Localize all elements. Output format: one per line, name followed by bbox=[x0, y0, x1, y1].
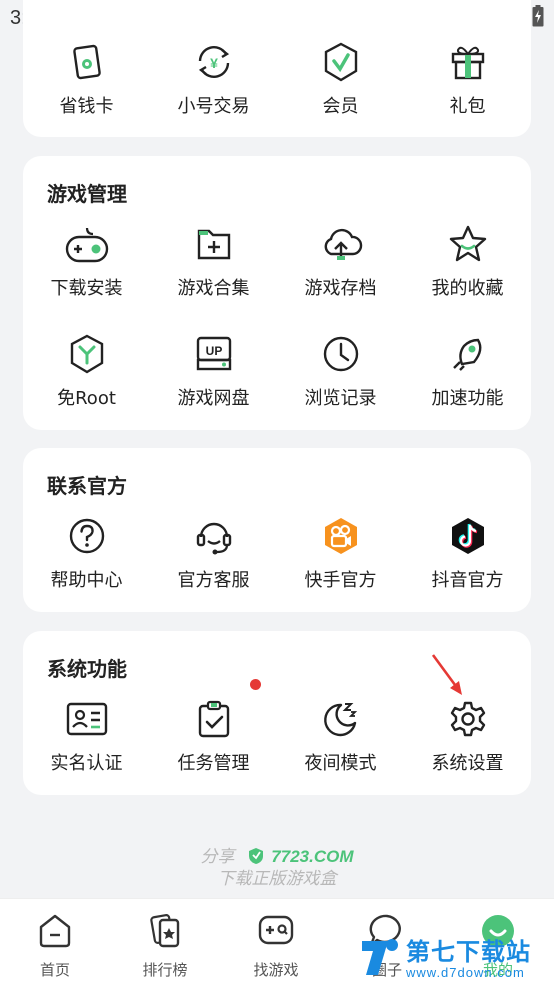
cloud-upload-icon bbox=[319, 222, 363, 266]
section-title: 联系官方 bbox=[47, 474, 127, 498]
item-label: 夜间模式 bbox=[304, 753, 377, 774]
ranking-icon bbox=[146, 913, 184, 953]
item-download-install[interactable]: 下载安装 bbox=[23, 222, 150, 300]
item-game-collection[interactable]: 游戏合集 bbox=[150, 222, 277, 300]
item-accelerate[interactable]: 加速功能 bbox=[404, 332, 531, 410]
item-label: 游戏存档 bbox=[304, 278, 377, 299]
item-task-manage[interactable]: 任务管理 bbox=[150, 697, 277, 775]
savings-card-icon bbox=[65, 40, 109, 84]
section-title: 系统功能 bbox=[47, 657, 127, 681]
annotation-arrow-icon bbox=[431, 654, 462, 695]
kuaishou-icon bbox=[319, 514, 363, 558]
tab-label: 排行榜 bbox=[142, 961, 188, 979]
item-label: 我的收藏 bbox=[431, 278, 504, 299]
watermark-title: 第七下载站 bbox=[406, 937, 531, 966]
item-label: 免Root bbox=[57, 388, 116, 409]
item-my-favorites[interactable]: 我的收藏 bbox=[404, 222, 531, 300]
item-label: 抖音官方 bbox=[431, 570, 504, 591]
item-help-center[interactable]: 帮助中心 bbox=[23, 514, 150, 592]
item-label: 官方客服 bbox=[177, 570, 250, 591]
item-gift[interactable]: 礼包 bbox=[404, 40, 531, 118]
notification-dot bbox=[250, 679, 261, 690]
slogan: 下载正版游戏盒 bbox=[217, 869, 337, 889]
yen-exchange-icon: ¥ bbox=[192, 40, 236, 84]
gamepad-icon bbox=[65, 222, 109, 266]
battery-icon bbox=[532, 4, 544, 32]
star-icon bbox=[446, 222, 490, 266]
item-label: 浏览记录 bbox=[304, 388, 377, 409]
item-kuaishou[interactable]: 快手官方 bbox=[277, 514, 404, 592]
find-game-icon bbox=[256, 913, 296, 953]
item-label: 下载安装 bbox=[50, 278, 123, 299]
item-label: 快手官方 bbox=[304, 570, 377, 591]
tab-label: 首页 bbox=[39, 961, 70, 979]
item-label: 加速功能 bbox=[431, 388, 504, 409]
item-savings-card[interactable]: 省钱卡 bbox=[23, 40, 150, 118]
item-game-save[interactable]: 游戏存档 bbox=[277, 222, 404, 300]
item-customer-service[interactable]: 官方客服 bbox=[150, 514, 277, 592]
item-no-root[interactable]: 免Root bbox=[23, 332, 150, 410]
item-label: 会员 bbox=[322, 96, 359, 117]
item-label: 系统设置 bbox=[431, 753, 504, 774]
vip-shield-icon bbox=[319, 40, 363, 84]
gear-icon bbox=[446, 697, 490, 741]
item-label: 省钱卡 bbox=[59, 96, 114, 117]
home-icon bbox=[36, 913, 74, 953]
item-douyin[interactable]: 抖音官方 bbox=[404, 514, 531, 592]
moon-icon bbox=[319, 697, 363, 741]
tab-find-game[interactable]: 找游戏 bbox=[221, 913, 331, 980]
item-label: 小号交易 bbox=[177, 96, 250, 117]
item-real-name-auth[interactable]: 实名认证 bbox=[23, 697, 150, 775]
gift-icon bbox=[446, 40, 490, 84]
rocket-icon bbox=[446, 332, 490, 376]
watermark-url: www.d7down.com bbox=[406, 964, 525, 980]
item-game-drive[interactable]: UP 游戏网盘 bbox=[150, 332, 277, 410]
item-label: 实名认证 bbox=[50, 753, 123, 774]
svg-text:UP: UP bbox=[205, 344, 222, 358]
game-management-card: 游戏管理 下载安装 游戏合集 游戏存档 我的收藏 免Root UP 游戏网盘 浏… bbox=[23, 156, 531, 430]
item-night-mode[interactable]: 夜间模式 bbox=[277, 697, 404, 775]
item-label: 任务管理 bbox=[177, 753, 250, 774]
item-vip[interactable]: 会员 bbox=[277, 40, 404, 118]
up-drive-icon: UP bbox=[192, 332, 236, 376]
clipboard-check-icon bbox=[192, 697, 236, 741]
item-account-trade[interactable]: ¥ 小号交易 bbox=[150, 40, 277, 118]
watermark-logo-icon bbox=[358, 935, 402, 983]
hex-y-icon bbox=[65, 332, 109, 376]
tab-ranking[interactable]: 排行榜 bbox=[110, 913, 220, 980]
clock-icon bbox=[319, 332, 363, 376]
contact-official-card: 联系官方 帮助中心 官方客服 快手官方 抖音官方 bbox=[23, 448, 531, 612]
item-label: 礼包 bbox=[449, 96, 486, 117]
item-label: 帮助中心 bbox=[50, 570, 123, 591]
site-watermark: 第七下载站 www.d7down.com bbox=[358, 935, 531, 983]
douyin-icon bbox=[446, 514, 490, 558]
tab-home[interactable]: 首页 bbox=[0, 913, 110, 980]
folder-plus-icon bbox=[192, 222, 236, 266]
headset-icon bbox=[192, 514, 236, 558]
id-card-icon bbox=[65, 697, 109, 741]
item-system-settings[interactable]: 系统设置 bbox=[404, 697, 531, 775]
item-label: 游戏合集 bbox=[177, 278, 250, 299]
tab-label: 找游戏 bbox=[253, 961, 299, 979]
section-title: 游戏管理 bbox=[47, 182, 127, 206]
svg-text:¥: ¥ bbox=[210, 55, 218, 71]
item-label: 游戏网盘 bbox=[177, 388, 250, 409]
help-icon bbox=[65, 514, 109, 558]
item-browse-history[interactable]: 浏览记录 bbox=[277, 332, 404, 410]
quick-services-card: 省钱卡 ¥ 小号交易 会员 礼包 bbox=[23, 0, 531, 137]
